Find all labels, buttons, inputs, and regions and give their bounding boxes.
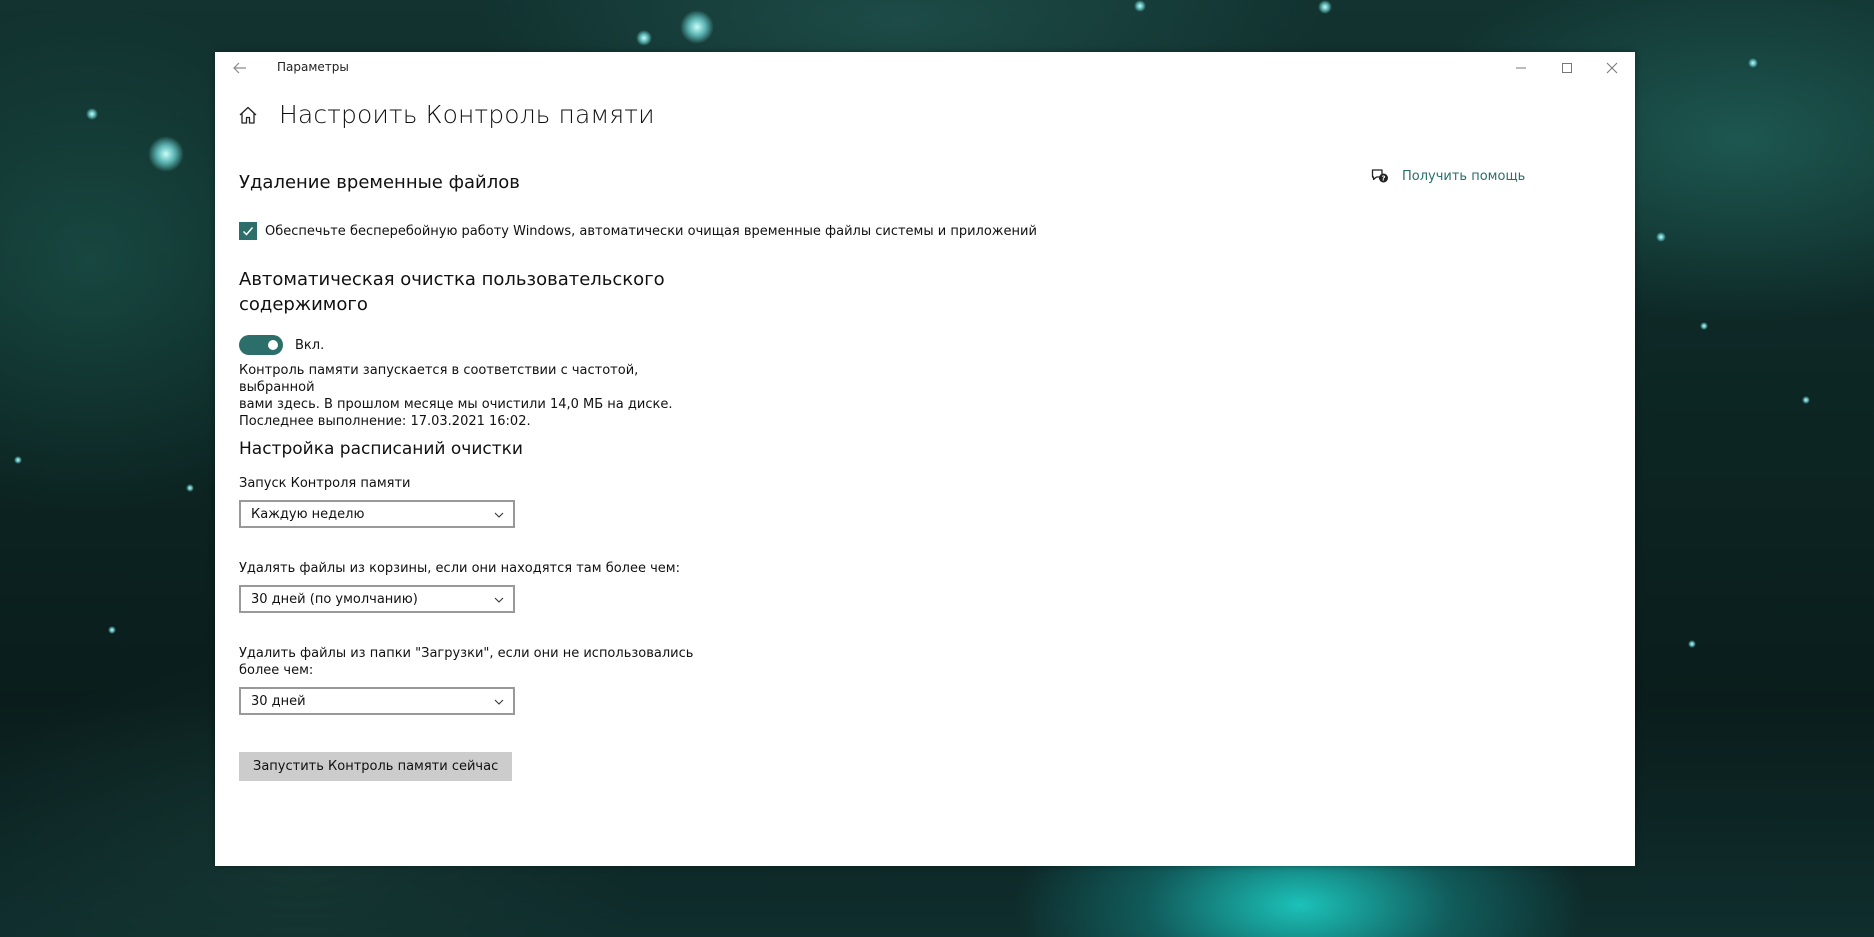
downloads-label-line1: Удалить файлы из папки "Загрузки", если … xyxy=(239,646,694,661)
run-frequency-select[interactable]: Каждую неделю xyxy=(239,500,515,528)
auto-clean-toggle-row: Вкл. xyxy=(239,335,324,355)
temp-files-checkbox[interactable] xyxy=(239,222,257,240)
downloads-select[interactable]: 30 дней xyxy=(239,687,515,715)
wallpaper-glow xyxy=(1134,0,1146,12)
auto-clean-desc-line1: Контроль памяти запускается в соответств… xyxy=(239,363,639,395)
chat-help-icon: ? xyxy=(1370,166,1390,186)
wallpaper-glow xyxy=(86,108,98,120)
app-title: Параметры xyxy=(277,60,349,74)
auto-clean-heading-line1: Автоматическая очистка пользовательского xyxy=(239,269,665,290)
wallpaper-glow xyxy=(1688,640,1696,648)
wallpaper-glow xyxy=(1700,322,1708,330)
wallpaper-glow xyxy=(680,10,714,44)
auto-clean-heading-line2: содержимого xyxy=(239,294,368,315)
auto-clean-heading: Автоматическая очистка пользовательского… xyxy=(239,267,665,317)
temp-files-checkbox-label: Обеспечьте бесперебойную работу Windows,… xyxy=(265,223,1037,239)
minimize-icon xyxy=(1516,67,1526,69)
downloads-label-line2: более чем: xyxy=(239,663,314,678)
wallpaper-glow xyxy=(108,626,116,634)
get-help-link[interactable]: ? Получить помощь xyxy=(1370,166,1525,186)
auto-clean-desc-line3: Последнее выполнение: 17.03.2021 16:02. xyxy=(239,414,531,429)
auto-clean-toggle-label: Вкл. xyxy=(295,337,325,353)
wallpaper-glow xyxy=(1318,0,1332,14)
run-frequency-label: Запуск Контроля памяти xyxy=(239,476,411,491)
checkmark-icon xyxy=(242,227,254,236)
wallpaper-glow xyxy=(14,456,22,464)
maximize-button[interactable] xyxy=(1544,52,1590,84)
recycle-bin-label: Удалять файлы из корзины, если они наход… xyxy=(239,561,680,576)
auto-clean-description: Контроль памяти запускается в соответств… xyxy=(239,362,699,430)
schedule-heading: Настройка расписаний очистки xyxy=(239,439,523,459)
close-icon xyxy=(1606,62,1618,74)
arrow-left-icon xyxy=(233,62,246,74)
close-button[interactable] xyxy=(1589,52,1635,84)
minimize-button[interactable] xyxy=(1498,52,1544,84)
maximize-icon xyxy=(1562,63,1572,73)
chevron-down-icon xyxy=(493,594,505,606)
run-frequency-value: Каждую неделю xyxy=(251,506,365,522)
run-storage-sense-now-button[interactable]: Запустить Контроль памяти сейчас xyxy=(239,752,513,781)
downloads-label: Удалить файлы из папки "Загрузки", если … xyxy=(239,645,699,679)
chevron-down-icon xyxy=(493,696,505,708)
chevron-down-icon xyxy=(493,509,505,521)
back-button[interactable] xyxy=(227,56,253,80)
auto-clean-desc-line2: вами здесь. В прошлом месяце мы очистили… xyxy=(239,397,673,412)
home-icon[interactable] xyxy=(237,104,259,126)
wallpaper-glow xyxy=(1656,232,1666,242)
recycle-bin-value: 30 дней (по умолчанию) xyxy=(251,591,418,607)
downloads-value: 30 дней xyxy=(251,693,306,709)
wallpaper-glow xyxy=(186,484,194,492)
svg-text:?: ? xyxy=(1381,175,1385,183)
page-title: Настроить Контроль памяти xyxy=(279,100,655,129)
auto-clean-toggle[interactable] xyxy=(239,335,283,355)
wallpaper-glow xyxy=(1802,396,1810,404)
wallpaper-glow xyxy=(148,136,184,172)
settings-window: Параметры Настроить Контроль памяти ? По… xyxy=(215,52,1635,866)
temp-files-checkbox-row[interactable]: Обеспечьте бесперебойную работу Windows,… xyxy=(239,222,1037,240)
page-header: Настроить Контроль памяти xyxy=(237,100,655,129)
wallpaper-glow xyxy=(1748,58,1758,68)
wallpaper-glow xyxy=(636,30,652,46)
recycle-bin-select[interactable]: 30 дней (по умолчанию) xyxy=(239,585,515,613)
temp-files-heading: Удаление временные файлов xyxy=(239,172,520,193)
toggle-knob xyxy=(268,340,278,350)
title-bar: Параметры xyxy=(215,52,1635,84)
get-help-label: Получить помощь xyxy=(1402,168,1526,184)
